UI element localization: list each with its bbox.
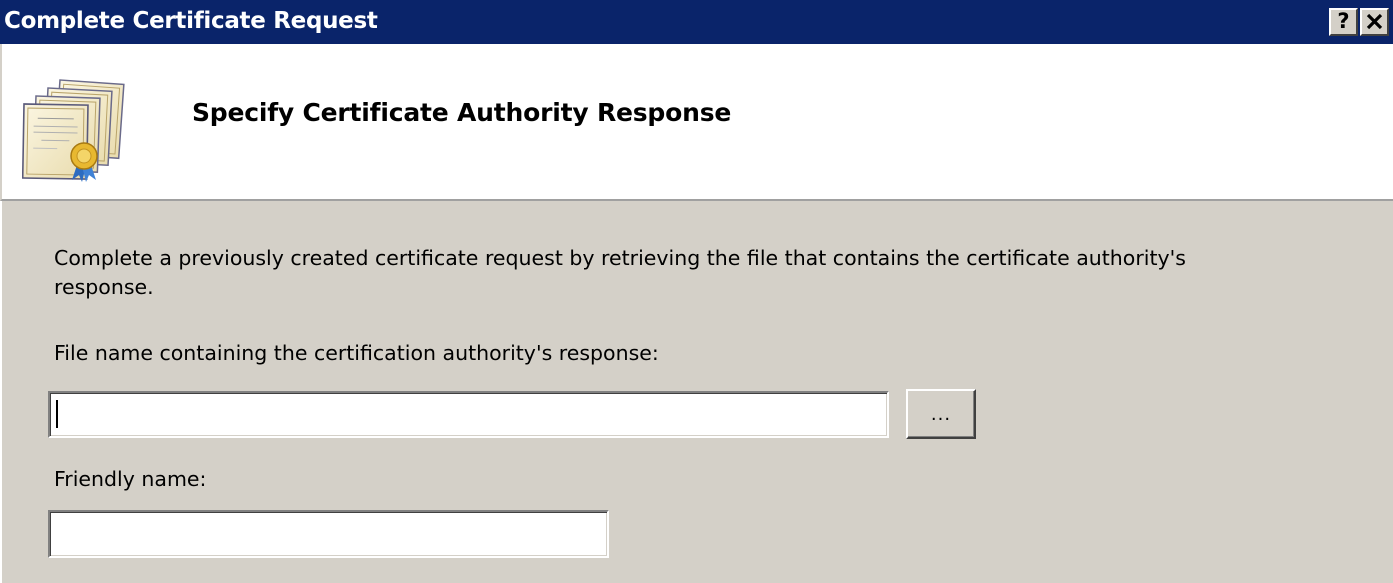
text-caret — [56, 400, 58, 428]
file-name-input[interactable] — [48, 391, 889, 438]
header-panel: Specify Certificate Authority Response — [0, 44, 1393, 201]
close-icon — [1366, 13, 1383, 30]
complete-certificate-request-dialog: Complete Certificate Request ? Specify C… — [0, 0, 1393, 583]
friendly-name-label: Friendly name: — [54, 467, 207, 491]
close-button[interactable] — [1360, 8, 1389, 36]
file-name-label: File name containing the certification a… — [54, 341, 659, 365]
page-title: Specify Certificate Authority Response — [192, 98, 732, 127]
window-title: Complete Certificate Request — [4, 8, 378, 34]
description-text: Complete a previously created certificat… — [54, 246, 1186, 299]
friendly-name-input[interactable] — [48, 510, 609, 558]
left-border — [0, 201, 2, 583]
browse-button[interactable]: ... — [906, 389, 976, 439]
certificate-icon — [22, 79, 125, 182]
title-bar[interactable]: Complete Certificate Request ? — [0, 0, 1393, 44]
help-button[interactable]: ? — [1329, 8, 1358, 36]
